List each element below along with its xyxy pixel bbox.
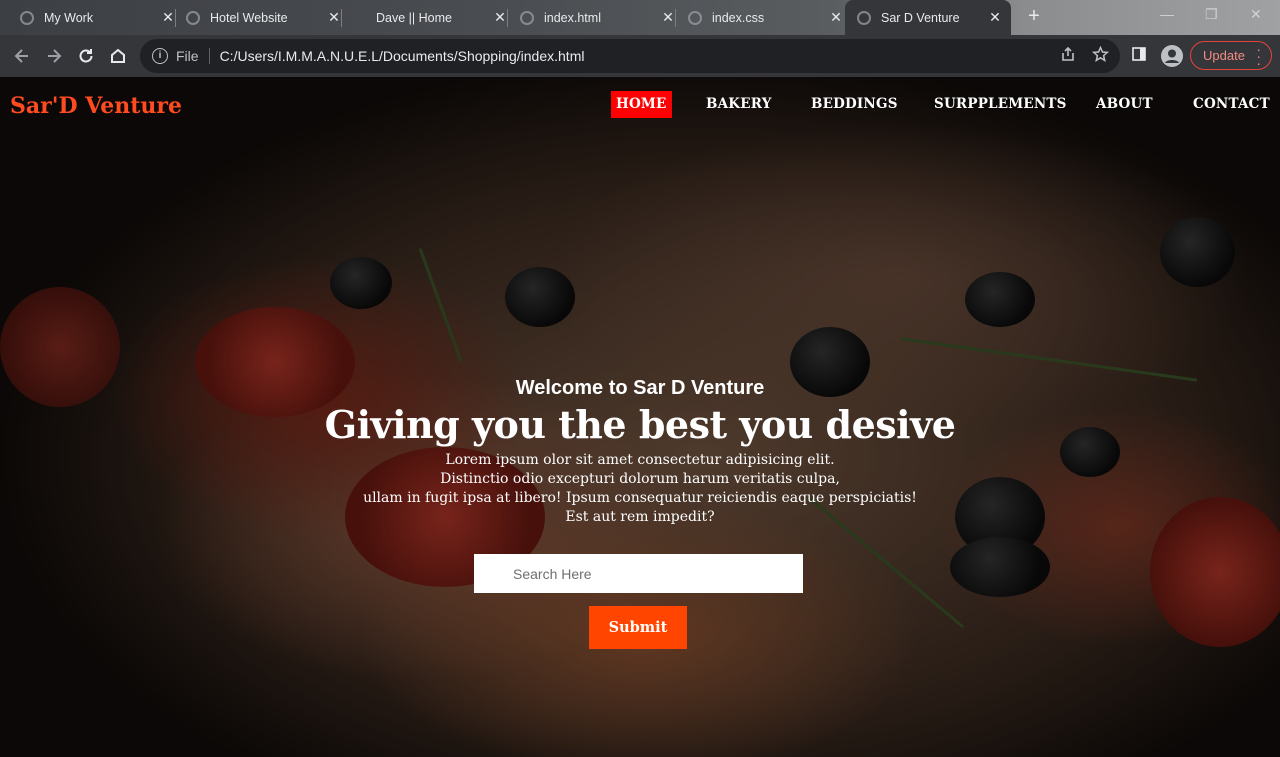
close-icon[interactable]: ✕ xyxy=(660,9,676,26)
hero-welcome: Welcome to Sar D Venture xyxy=(515,377,765,399)
hero-section: Welcome to Sar D Venture Giving you the … xyxy=(0,377,1280,527)
hero-lead: Lorem ipsum olor sit amet consectetur ad… xyxy=(0,451,1280,527)
home-icon xyxy=(111,48,125,63)
browser-tab-strip: My Work ✕ Hotel Website ✕ Dave || Home ✕… xyxy=(0,0,1280,35)
background-decoration xyxy=(330,257,392,309)
profile-avatar[interactable] xyxy=(1161,45,1183,67)
reload-icon xyxy=(79,49,93,63)
site-logo[interactable]: Sar'D Venture xyxy=(10,93,182,119)
arrow-left-icon xyxy=(14,49,28,63)
hero-lead-line: Est aut rem impedit? xyxy=(565,509,715,525)
close-icon[interactable]: ✕ xyxy=(326,9,342,26)
background-decoration xyxy=(505,267,575,327)
tab-title: Hotel Website xyxy=(210,10,288,25)
page-viewport: Sar'D Venture HOME BAKERY BEDDINGS SURPP… xyxy=(0,77,1280,757)
background-decoration xyxy=(965,272,1035,327)
background-decoration xyxy=(418,247,463,362)
globe-icon xyxy=(688,10,702,25)
nav-link-contact[interactable]: CONTACT xyxy=(1188,91,1275,118)
window-close-icon[interactable]: ✕ xyxy=(1250,6,1262,23)
hero-lead-line: ullam in fugit ipsa at libero! Ipsum con… xyxy=(363,490,917,506)
background-decoration xyxy=(950,537,1050,597)
address-bar[interactable]: i File C:/Users/I.M.M.A.N.U.E.L/Document… xyxy=(140,39,1120,73)
address-divider xyxy=(208,48,210,64)
browser-tab-active[interactable]: Sar D Venture ✕ xyxy=(845,0,1011,35)
tab-title: index.html xyxy=(544,10,601,25)
minimize-icon[interactable]: — xyxy=(1160,6,1174,22)
background-decoration xyxy=(1160,217,1235,287)
nav-link-about[interactable]: ABOUT xyxy=(1091,91,1158,118)
close-icon[interactable]: ✕ xyxy=(987,9,1003,26)
tab-title: My Work xyxy=(44,10,94,25)
nav-link-bakery[interactable]: BAKERY xyxy=(701,91,777,118)
tab-title: index.css xyxy=(712,10,765,25)
hero-lead-line: Lorem ipsum olor sit amet consectetur ad… xyxy=(445,452,835,468)
background-decoration xyxy=(899,337,1198,382)
home-button[interactable] xyxy=(106,44,130,68)
browser-tab[interactable]: My Work ✕ xyxy=(20,0,176,35)
new-tab-button[interactable]: + xyxy=(1023,5,1045,27)
kebab-menu-icon[interactable]: · · · xyxy=(1256,42,1261,70)
browser-toolbar: i File C:/Users/I.M.M.A.N.U.E.L/Document… xyxy=(0,35,1280,77)
forward-button[interactable] xyxy=(42,44,66,68)
share-icon[interactable] xyxy=(1058,44,1078,64)
globe-icon xyxy=(857,10,871,25)
star-icon[interactable] xyxy=(1090,44,1110,64)
nav-link-home[interactable]: HOME xyxy=(611,91,672,118)
browser-tab[interactable]: Dave || Home ✕ xyxy=(352,0,508,35)
update-label: Update xyxy=(1203,48,1245,63)
close-icon[interactable]: ✕ xyxy=(828,9,844,26)
site-navbar: Sar'D Venture HOME BAKERY BEDDINGS SURPP… xyxy=(0,77,1280,133)
tab-separator xyxy=(507,9,508,27)
close-icon[interactable]: ✕ xyxy=(160,9,176,26)
side-panel-icon[interactable] xyxy=(1129,44,1149,64)
submit-button[interactable]: Submit xyxy=(589,606,687,649)
browser-tab[interactable]: index.css ✕ xyxy=(688,0,844,35)
person-icon xyxy=(1165,49,1179,63)
reload-button[interactable] xyxy=(74,44,98,68)
browser-tab[interactable]: Hotel Website ✕ xyxy=(186,0,342,35)
tab-title: Dave || Home xyxy=(376,10,452,25)
info-icon[interactable]: i xyxy=(152,48,168,64)
back-button[interactable] xyxy=(10,44,34,68)
tab-separator xyxy=(341,9,342,27)
browser-tab[interactable]: index.html ✕ xyxy=(520,0,676,35)
globe-icon xyxy=(186,10,200,25)
tab-title: Sar D Venture xyxy=(881,10,960,25)
nav-link-surpplements[interactable]: SURPPLEMENTS xyxy=(929,91,1072,118)
globe-icon xyxy=(520,10,534,25)
search-input[interactable] xyxy=(474,554,803,593)
url-text[interactable]: C:/Users/I.M.M.A.N.U.E.L/Documents/Shopp… xyxy=(220,48,585,64)
update-button[interactable]: Update · · · xyxy=(1190,41,1272,70)
tab-separator xyxy=(175,9,176,27)
hero-lead-line: Distinctio odio excepturi dolorum harum … xyxy=(440,471,840,487)
nav-link-beddings[interactable]: BEDDINGS xyxy=(806,91,903,118)
close-icon[interactable]: ✕ xyxy=(492,9,508,26)
arrow-right-icon xyxy=(48,49,62,63)
maximize-icon[interactable]: ❐ xyxy=(1205,6,1218,23)
tab-separator xyxy=(675,9,676,27)
hero-headline: Giving you the best you desive xyxy=(324,402,956,447)
globe-icon xyxy=(20,10,34,25)
scheme-label: File xyxy=(176,48,199,64)
